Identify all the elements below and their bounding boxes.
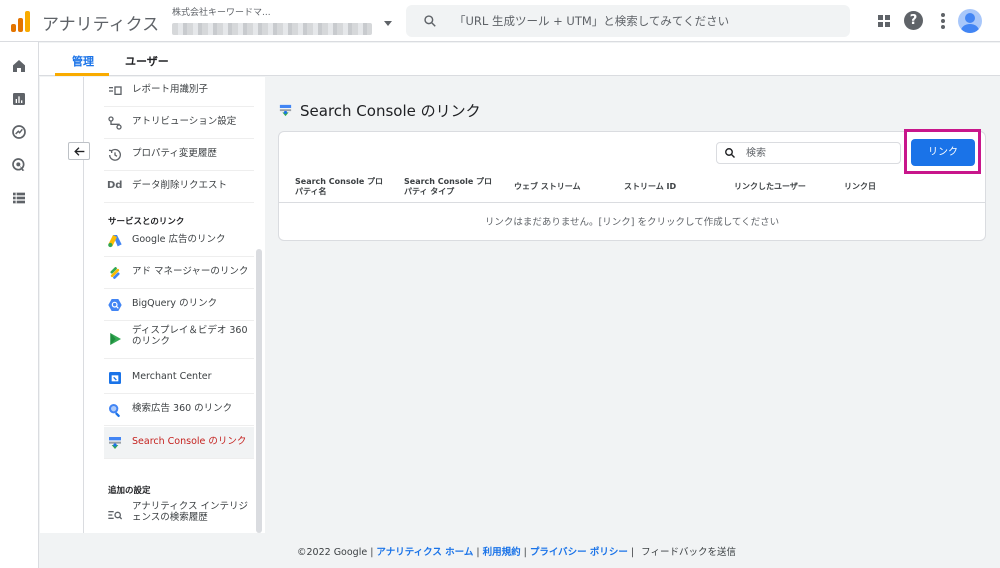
search-icon [725, 148, 735, 158]
ad-manager-icon [110, 267, 120, 279]
advertising-icon[interactable] [11, 157, 27, 173]
link-button[interactable]: リンク [911, 139, 975, 166]
google-ads-icon [108, 235, 122, 248]
global-search[interactable] [406, 5, 850, 37]
tab-active-indicator [55, 73, 109, 76]
nav-item-label: ディスプレイ＆ビデオ 360 のリンク [132, 325, 248, 347]
apps-grid-icon[interactable] [873, 10, 895, 32]
configure-icon[interactable] [11, 190, 27, 206]
nav-item-merchant-center[interactable]: Merchant Center [104, 362, 254, 394]
column-header[interactable]: リンク日 [844, 182, 934, 192]
reports-icon[interactable] [11, 91, 27, 107]
footer: ©2022 Google | アナリティクス ホーム | 利用規約 | プライバシー ポリシ… [297, 547, 736, 558]
nav-item-label: アナリティクス インテリジェンスの検索履歴 [132, 501, 248, 523]
table-search-input[interactable] [746, 146, 896, 160]
merchant-center-icon [109, 372, 121, 384]
more-vert-icon[interactable] [932, 10, 954, 32]
nav-item-change-history[interactable]: プロパティ変更履歴 [104, 139, 254, 171]
search-console-icon [109, 437, 121, 449]
table-search[interactable] [716, 142, 901, 164]
display-video-360-icon [110, 333, 121, 345]
left-rail [0, 42, 39, 568]
search-ads-360-icon [109, 404, 120, 418]
nav-item-label: レポート用識別子 [132, 84, 209, 95]
nav-item-search-console-links[interactable]: Search Console のリンク [104, 427, 254, 459]
avatar[interactable] [958, 9, 982, 33]
section-title-additional-settings: 追加の設定 [108, 486, 151, 496]
nav-item-bigquery-links[interactable]: BigQuery のリンク [104, 289, 254, 321]
nav-item-label: プロパティ変更履歴 [132, 148, 217, 159]
nav-item-label: BigQuery のリンク [132, 298, 218, 309]
nav-item-intelligence-search-history[interactable]: アナリティクス インテリジェンスの検索履歴 [104, 497, 254, 533]
nav-item-label: Google 広告のリンク [132, 234, 226, 245]
home-icon[interactable] [11, 58, 27, 74]
nav-item-attribution-settings[interactable]: アトリビューション設定 [104, 107, 254, 139]
nav-item-label: Search Console のリンク [132, 436, 247, 447]
footer-link-terms[interactable]: 利用規約 [483, 547, 521, 558]
nav-item-label: 検索広告 360 のリンク [132, 403, 233, 414]
empty-state-message: リンクはまだありません。[リンク] をクリックして作成してください [484, 217, 780, 228]
analytics-logo-icon[interactable] [10, 10, 32, 32]
reporting-identity-icon [109, 86, 122, 95]
footer-link-privacy[interactable]: プライバシー ポリシー [530, 547, 628, 558]
arrow-back-icon [74, 147, 85, 156]
app-title: アナリティクス [42, 15, 160, 35]
admin-tabbar: 管理 ユーザー [39, 43, 1000, 76]
column-header[interactable]: ストリーム ID [624, 182, 714, 192]
nav-item-reporting-identity[interactable]: レポート用識別子 [104, 75, 254, 107]
nav-item-label: アトリビューション設定 [132, 116, 237, 127]
account-selector[interactable]: 株式会社キーワードマ... [172, 5, 392, 35]
search-history-icon [108, 511, 123, 520]
nav-item-label: データ削除リクエスト [132, 180, 228, 191]
data-deletion-icon: Dd [107, 180, 123, 191]
global-search-input[interactable] [454, 12, 834, 30]
nav-item-label: Merchant Center [132, 371, 212, 382]
column-header[interactable]: Search Console プロパティ タイプ [404, 177, 494, 197]
nav-item-ad-manager-links[interactable]: アド マネージャーのリンク [104, 257, 254, 289]
footer-feedback[interactable]: フィードバックを送信 [641, 547, 736, 558]
column-header[interactable]: リンクしたユーザー [734, 182, 824, 192]
footer-link-analytics-home[interactable]: アナリティクス ホーム [376, 547, 473, 558]
nav-item-google-ads-links[interactable]: Google 広告のリンク [104, 225, 254, 257]
chevron-down-icon[interactable] [384, 21, 392, 26]
nav-item-search-ads-360-links[interactable]: 検索広告 360 のリンク [104, 394, 254, 426]
nav-item-data-deletion[interactable]: Dd データ削除リクエスト [104, 171, 254, 203]
back-button[interactable] [68, 142, 90, 160]
account-name: 株式会社キーワードマ... [172, 8, 271, 18]
table-header-divider [279, 202, 985, 203]
bigquery-icon [108, 299, 122, 311]
nav-item-label: アド マネージャーのリンク [132, 266, 249, 277]
page-title-text: Search Console のリンク [300, 102, 481, 120]
help-icon[interactable]: ? [904, 11, 923, 30]
tab-admin[interactable]: 管理 [72, 53, 94, 69]
top-app-bar: アナリティクス 株式会社キーワードマ... ? [0, 0, 1000, 42]
tab-users[interactable]: ユーザー [125, 53, 169, 69]
attribution-icon [108, 116, 122, 130]
explore-icon[interactable] [11, 124, 27, 140]
nav-scrollbar[interactable] [256, 249, 262, 533]
search-console-links-table: リンク Search Console プロパティ名 Search Console… [278, 129, 986, 241]
history-icon [108, 148, 121, 161]
column-header[interactable]: Search Console プロパティ名 [295, 177, 385, 197]
column-header[interactable]: ウェブ ストリーム [514, 182, 604, 192]
property-name-redacted [172, 23, 372, 35]
property-settings-nav: レポート用識別子 アトリビューション設定 プロパティ変更履歴 Dd データ削除リ… [40, 77, 265, 533]
nav-item-dv360-links[interactable]: ディスプレイ＆ビデオ 360 のリンク [104, 321, 254, 359]
search-console-icon [279, 104, 292, 117]
search-icon [424, 15, 436, 27]
footer-copyright: ©2022 Google [297, 547, 368, 558]
